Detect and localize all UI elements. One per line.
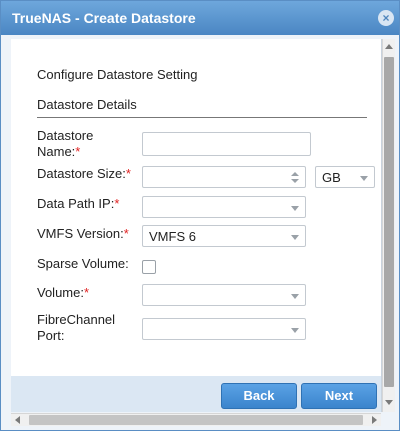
dialog-footer: Back Next [11, 376, 381, 412]
dialog-titlebar[interactable]: TrueNAS - Create Datastore × [1, 1, 399, 35]
create-datastore-dialog: TrueNAS - Create Datastore × Configure D… [0, 0, 400, 431]
size-unit-select[interactable]: GB [315, 166, 375, 188]
datastore-size-input[interactable] [142, 166, 306, 188]
chevron-down-icon [360, 176, 368, 181]
sparse-volume-checkbox[interactable] [142, 260, 156, 274]
data-path-ip-label: Data Path IP:* [37, 196, 120, 211]
section-subheading: Datastore Details [37, 97, 137, 112]
vertical-scrollbar[interactable] [382, 39, 395, 412]
section-divider [37, 117, 367, 118]
vmfs-version-label: VMFS Version:* [37, 226, 129, 241]
back-button[interactable]: Back [221, 383, 297, 409]
chevron-down-icon [291, 206, 299, 211]
data-path-ip-select[interactable] [142, 196, 306, 218]
chevron-down-icon [291, 294, 299, 299]
fc-port-select[interactable] [142, 318, 306, 340]
horizontal-scroll-thumb[interactable] [29, 415, 363, 425]
dialog-title: TrueNAS - Create Datastore [12, 10, 196, 26]
scroll-down-icon[interactable] [385, 400, 393, 405]
size-unit-value: GB [322, 170, 341, 185]
scroll-left-icon[interactable] [15, 416, 20, 424]
horizontal-scrollbar[interactable] [11, 413, 381, 426]
scroll-up-icon[interactable] [385, 44, 393, 49]
fc-port-label: FibreChannel Port: [37, 312, 116, 343]
volume-select[interactable] [142, 284, 306, 306]
vertical-scroll-thumb[interactable] [384, 57, 394, 387]
vmfs-version-value: VMFS 6 [149, 229, 196, 244]
section-heading: Configure Datastore Setting [37, 67, 198, 82]
datastore-size-label: Datastore Size:* [37, 166, 131, 181]
spin-down-icon[interactable] [291, 179, 299, 183]
datastore-name-input[interactable] [142, 132, 311, 156]
chevron-down-icon [291, 328, 299, 333]
next-button[interactable]: Next [301, 383, 377, 409]
dialog-content: Configure Datastore Setting Datastore De… [11, 39, 382, 412]
datastore-name-label: Datastore Name:* [37, 128, 94, 159]
spin-up-icon[interactable] [291, 172, 299, 176]
vmfs-version-select[interactable]: VMFS 6 [142, 225, 306, 247]
sparse-volume-label: Sparse Volume: [37, 256, 129, 271]
close-icon[interactable]: × [378, 10, 394, 26]
volume-label: Volume:* [37, 285, 90, 300]
chevron-down-icon [291, 235, 299, 240]
scroll-right-icon[interactable] [372, 416, 377, 424]
